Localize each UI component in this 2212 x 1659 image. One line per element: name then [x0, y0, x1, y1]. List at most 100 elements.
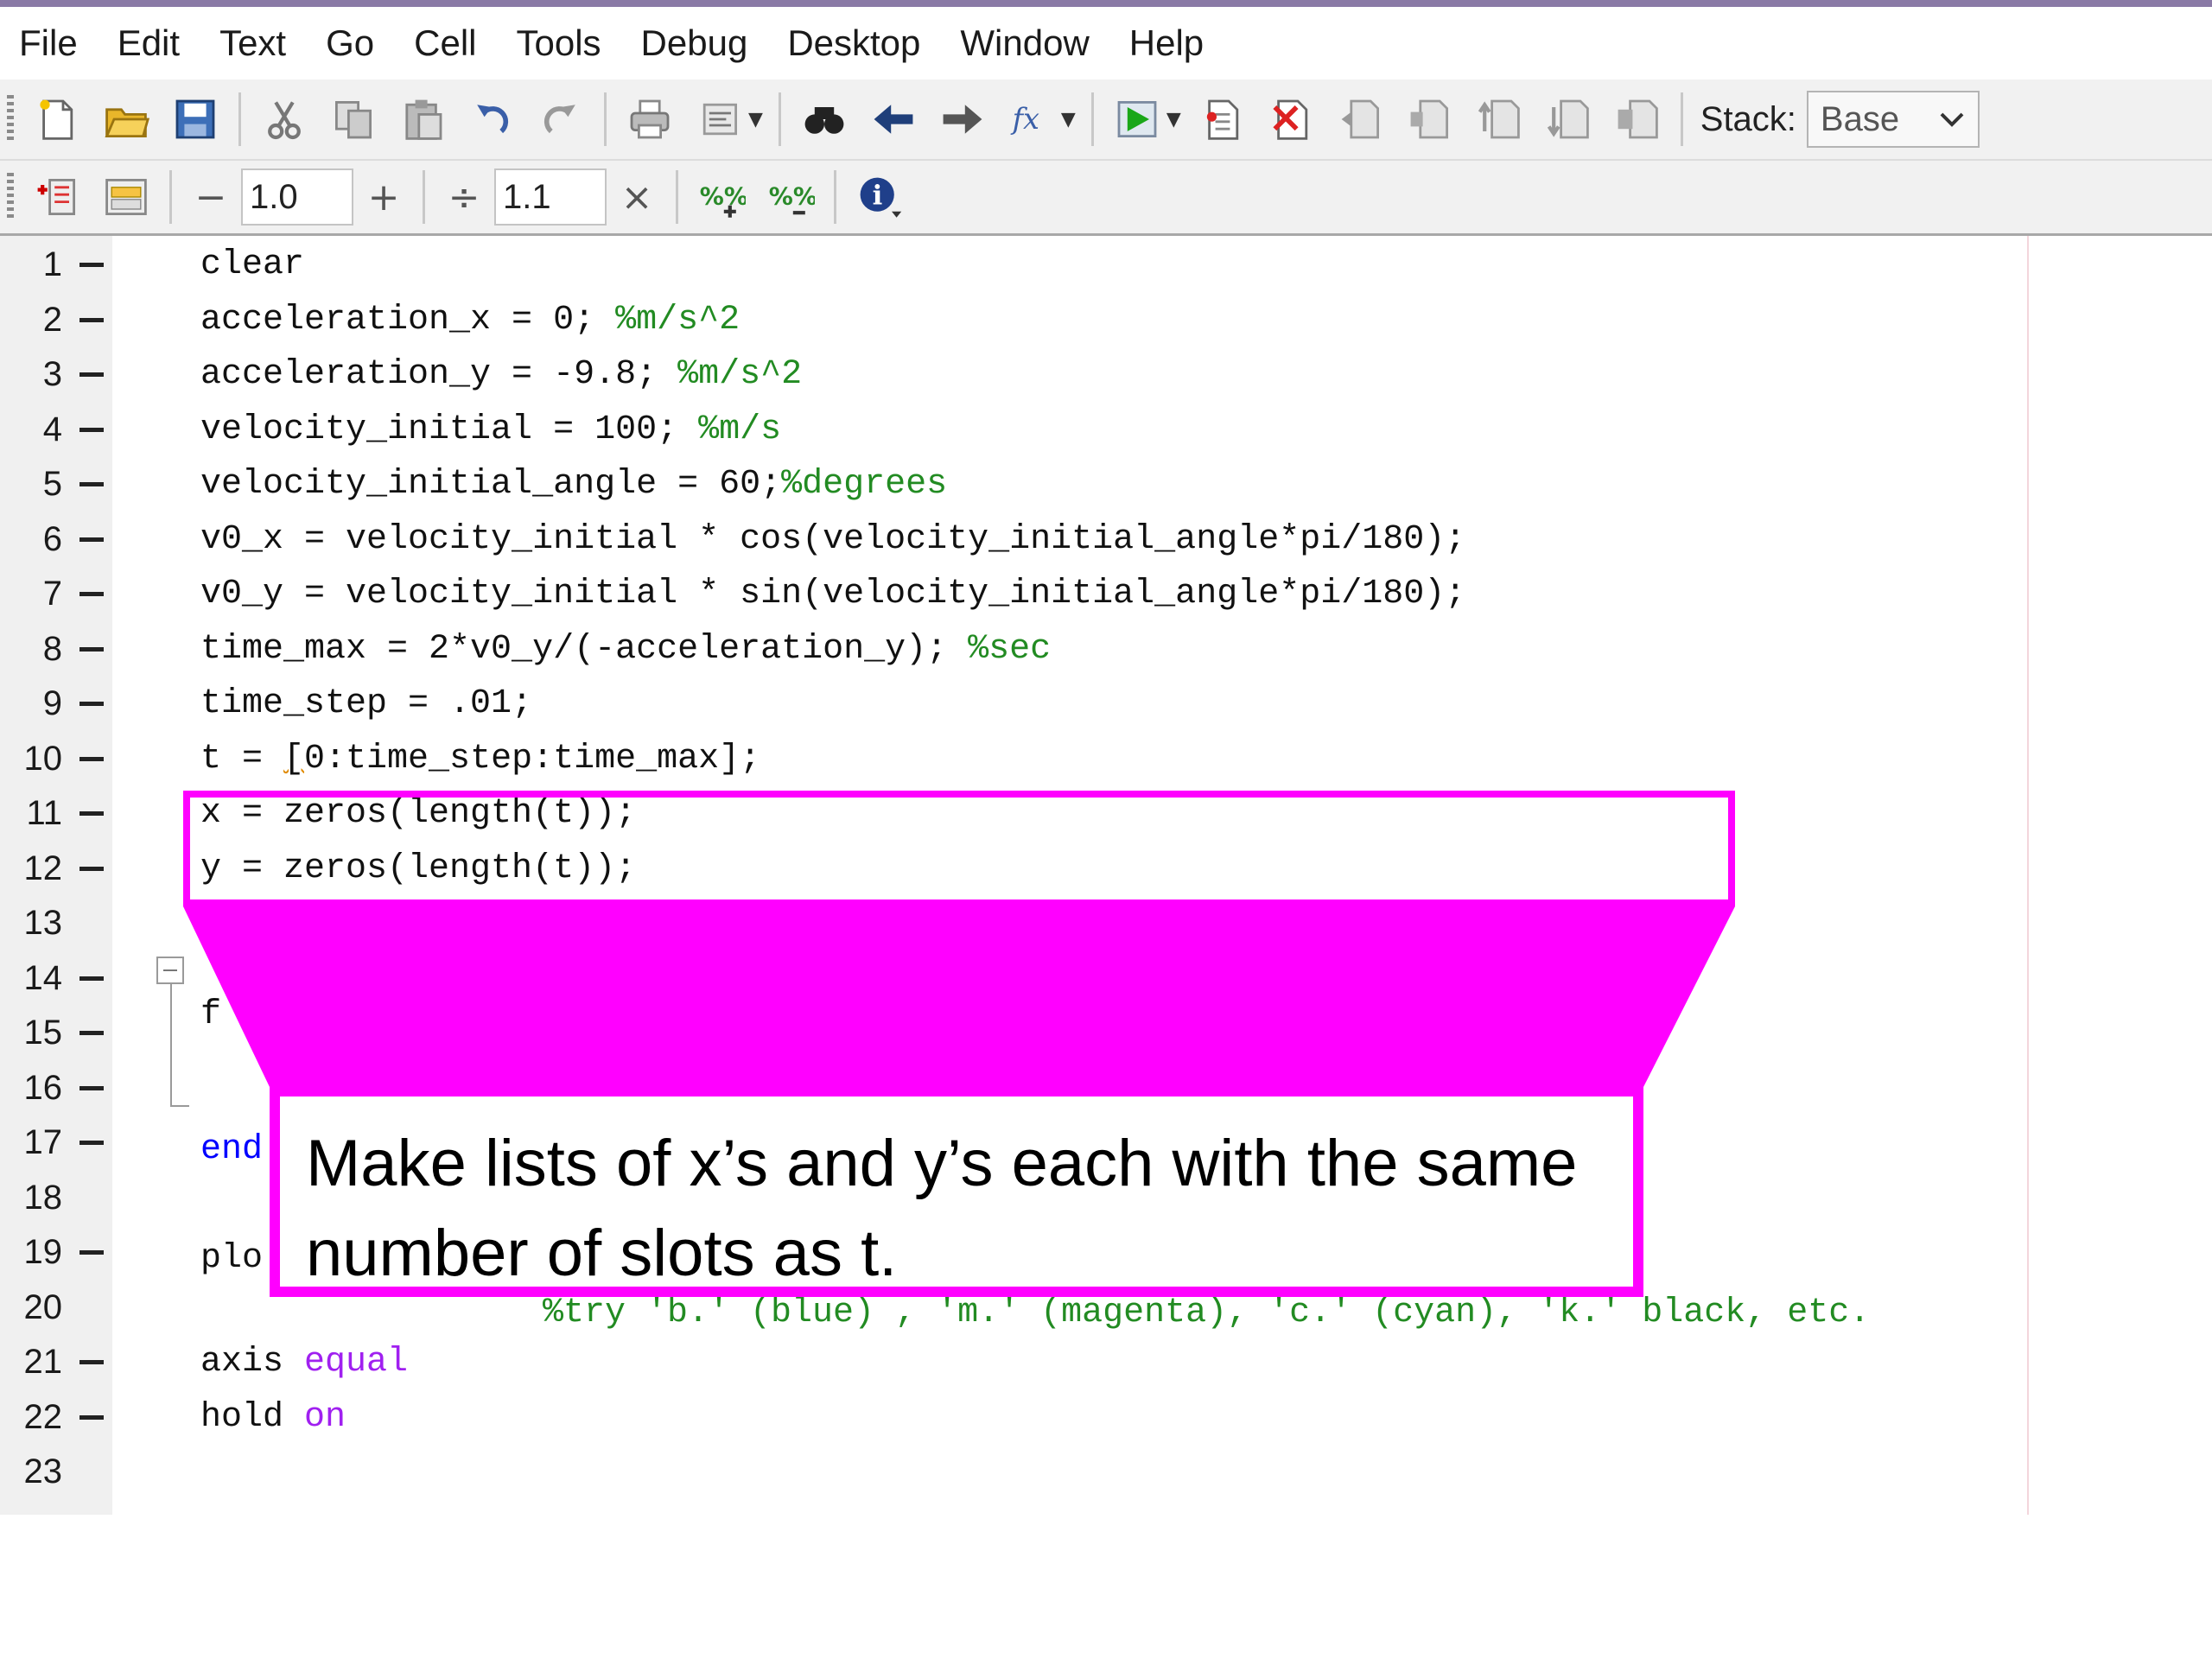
- code-line[interactable]: 15: [0, 1006, 2212, 1060]
- fold-toggle[interactable]: [156, 957, 184, 984]
- breakpoint-marker[interactable]: [79, 263, 104, 267]
- menu-tools[interactable]: Tools: [497, 7, 621, 79]
- set-breakpoint-icon[interactable]: [1196, 92, 1249, 146]
- breakpoint-marker[interactable]: [79, 811, 104, 816]
- code-text: velocity_initial = 100; %m/s: [200, 403, 781, 457]
- open-folder-icon[interactable]: [99, 92, 153, 146]
- paste-icon[interactable]: [396, 92, 449, 146]
- annotation-text: Make lists of x’s and y’s each with the …: [306, 1127, 1578, 1290]
- multiply-button[interactable]: ×: [607, 175, 667, 219]
- function-icon[interactable]: fx: [1005, 92, 1058, 146]
- code-line[interactable]: 4 velocity_initial = 100; %m/s: [0, 403, 2212, 457]
- code-line[interactable]: 3 acceleration_y = -9.8; %m/s^2: [0, 347, 2212, 402]
- code-line[interactable]: 5 velocity_initial_angle = 60;%degrees: [0, 457, 2212, 512]
- chevron-down-icon[interactable]: ▼: [1061, 109, 1076, 130]
- breakpoint-marker[interactable]: [79, 756, 104, 761]
- continue-icon[interactable]: [1541, 92, 1595, 146]
- menu-edit[interactable]: Edit: [99, 7, 200, 79]
- toolbar-grip[interactable]: [7, 95, 14, 143]
- line-number: 13: [23, 904, 63, 942]
- code-line[interactable]: 1 clear: [0, 238, 2212, 292]
- step-out-icon[interactable]: [1472, 92, 1526, 146]
- insert-comment-icon[interactable]: %%: [695, 170, 748, 224]
- redo-icon[interactable]: [534, 92, 588, 146]
- increment-button[interactable]: +: [353, 175, 414, 219]
- toolbar-separator: [1090, 92, 1094, 146]
- code-line[interactable]: 8 time_max = 2*v0_y/(-acceleration_y); %s…: [0, 622, 2212, 677]
- toolbar-grip[interactable]: [7, 173, 14, 221]
- menu-window[interactable]: Window: [941, 7, 1109, 79]
- code-line[interactable]: 23: [0, 1445, 2212, 1499]
- menu-go[interactable]: Go: [307, 7, 395, 79]
- info-icon[interactable]: i: [853, 170, 906, 224]
- line-number: 23: [23, 1452, 63, 1491]
- code-token: 0:time_step:time_max];: [304, 739, 761, 779]
- step-icon[interactable]: [1334, 92, 1388, 146]
- breakpoint-marker[interactable]: [79, 1085, 104, 1090]
- new-file-icon[interactable]: [30, 92, 84, 146]
- multiply-value-field[interactable]: 1.1: [494, 168, 607, 226]
- menu-cell[interactable]: Cell: [395, 7, 497, 79]
- line-number: 14: [23, 958, 63, 997]
- chevron-down-icon[interactable]: ▼: [748, 109, 763, 130]
- back-arrow-icon[interactable]: [867, 92, 920, 146]
- breakpoint-marker[interactable]: [79, 646, 104, 652]
- menu-desktop[interactable]: Desktop: [768, 7, 941, 79]
- breakpoint-marker[interactable]: [79, 1141, 104, 1145]
- code-text: velocity_initial_angle = 60;%degrees: [200, 457, 947, 512]
- breakpoint-marker[interactable]: [79, 372, 104, 377]
- breakpoint-marker[interactable]: [79, 1250, 104, 1255]
- breakpoint-marker[interactable]: [79, 427, 104, 432]
- line-number: 8: [42, 629, 62, 668]
- cut-icon[interactable]: [257, 92, 311, 146]
- evaluate-cell-icon[interactable]: [99, 170, 153, 224]
- breakpoint-marker[interactable]: [79, 866, 104, 871]
- divide-button[interactable]: ÷: [434, 175, 494, 219]
- code-line[interactable]: 9 time_step = .01;: [0, 677, 2212, 731]
- code-line[interactable]: 22 hold on: [0, 1390, 2212, 1445]
- undo-icon[interactable]: [465, 92, 518, 146]
- chevron-down-icon[interactable]: ▼: [1166, 109, 1181, 130]
- bottom-area: [0, 1515, 2212, 1659]
- main-toolbar: ▼ fx ▼ ▼ Stack: Base: [0, 79, 2212, 161]
- breakpoint-marker[interactable]: [79, 1031, 104, 1035]
- breakpoint-marker[interactable]: [79, 1414, 104, 1420]
- breakpoint-marker[interactable]: [79, 317, 104, 322]
- breakpoint-marker[interactable]: [79, 702, 104, 706]
- toolbar-separator: [834, 170, 836, 224]
- breakpoint-marker[interactable]: [79, 976, 104, 981]
- exit-debug-icon[interactable]: [1611, 92, 1664, 146]
- menu-help[interactable]: Help: [1110, 7, 1224, 79]
- breakpoint-marker[interactable]: [79, 1360, 104, 1364]
- decrement-button[interactable]: −: [181, 175, 241, 219]
- remove-comment-icon[interactable]: %%: [764, 170, 817, 224]
- breakpoint-marker[interactable]: [79, 592, 104, 596]
- code-line[interactable]: 6 v0_x = velocity_initial * cos(velocity_…: [0, 512, 2212, 567]
- highlight-box: [183, 791, 1735, 906]
- increment-value-field[interactable]: 1.0: [241, 168, 353, 226]
- step-in-icon[interactable]: [1403, 92, 1457, 146]
- copy-icon[interactable]: [327, 92, 380, 146]
- breakpoint-marker[interactable]: [79, 537, 104, 542]
- save-icon[interactable]: [168, 92, 222, 146]
- code-line[interactable]: 10 t = [0:time_step:time_max];: [0, 732, 2212, 786]
- stack-dropdown[interactable]: Base: [1806, 91, 1980, 148]
- code-comment: %m/s: [698, 410, 782, 449]
- breakpoint-marker[interactable]: [79, 482, 104, 486]
- print-icon[interactable]: [623, 92, 677, 146]
- code-line[interactable]: 14: [0, 951, 2212, 1006]
- find-icon[interactable]: [798, 92, 851, 146]
- run-icon[interactable]: [1110, 92, 1164, 146]
- menu-file[interactable]: File: [0, 7, 99, 79]
- code-line[interactable]: 21 axis equal: [0, 1335, 2212, 1389]
- code-text: clear: [200, 238, 304, 292]
- toolbar-separator: [778, 92, 781, 146]
- insert-cell-icon[interactable]: [30, 170, 84, 224]
- code-line[interactable]: 7 v0_y = velocity_initial * sin(velocity_…: [0, 567, 2212, 621]
- code-line[interactable]: 2 acceleration_x = 0; %m/s^2: [0, 293, 2212, 347]
- forward-arrow-icon[interactable]: [936, 92, 989, 146]
- format-icon[interactable]: [692, 92, 746, 146]
- menu-debug[interactable]: Debug: [622, 7, 769, 79]
- menu-text[interactable]: Text: [200, 7, 307, 79]
- clear-breakpoint-icon[interactable]: [1265, 92, 1319, 146]
